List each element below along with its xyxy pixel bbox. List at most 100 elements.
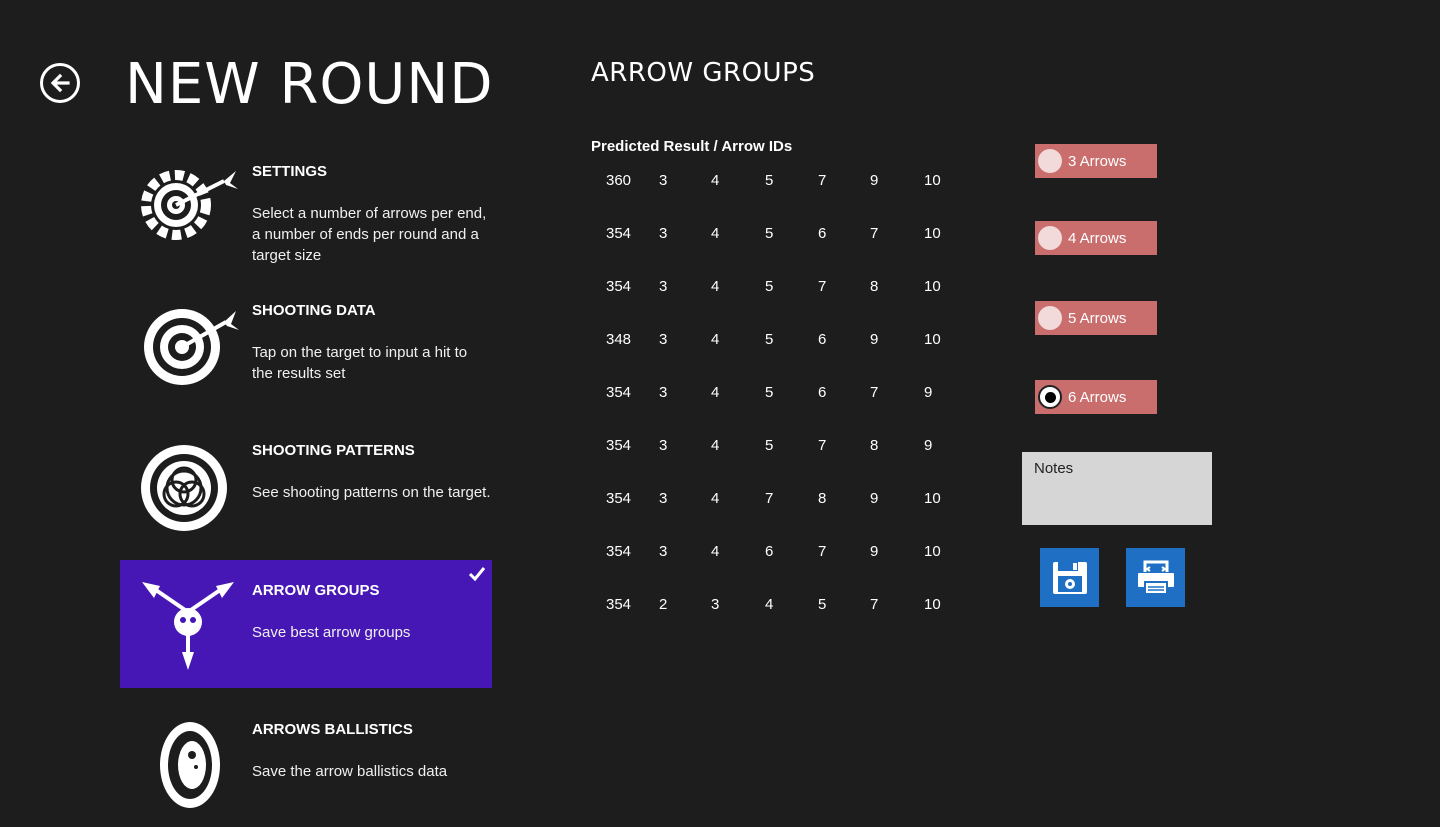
arrow-id: 6 [765, 543, 774, 560]
radio-3-arrows[interactable]: 3 Arrows [1035, 144, 1157, 178]
radio-label: 6 Arrows [1068, 388, 1127, 406]
notes-field[interactable]: Notes [1022, 452, 1212, 525]
menu-item-settings[interactable]: SETTINGS Select a number of arrows per e… [120, 141, 492, 269]
arrow-id: 3 [659, 278, 668, 295]
menu-item-title: ARROWS BALLISTICS [252, 721, 413, 738]
arrow-id: 9 [870, 331, 879, 348]
arrow-id: 7 [818, 543, 827, 560]
arrow-id: 5 [765, 437, 774, 454]
arrow-id: 4 [765, 596, 774, 611]
floppy-disk-icon [1052, 561, 1087, 594]
arrow-group-row[interactable]: 354 3 4 5 7 8 9 [591, 433, 971, 463]
arrow-id: 7 [870, 596, 879, 611]
printer-icon [1137, 560, 1174, 595]
menu-item-title: ARROW GROUPS [252, 582, 380, 599]
arrow-id: 3 [711, 596, 720, 611]
arrow-group-row[interactable]: 354 3 4 5 6 7 9 [591, 380, 971, 410]
menu-item-desc: Save the arrow ballistics data [252, 763, 448, 780]
section-title: ARROW GROUPS [591, 58, 816, 88]
arrow-group-row[interactable]: 348 3 4 5 6 9 10 [591, 327, 971, 357]
menu-item-title: SHOOTING DATA [252, 302, 376, 319]
radio-label: 3 Arrows [1068, 152, 1127, 170]
predicted-result: 354 [606, 225, 632, 242]
arrow-group-row[interactable]: 354 3 4 6 7 9 10 [591, 539, 971, 569]
celtic-knot-target-icon [141, 445, 227, 531]
save-button[interactable] [1040, 548, 1099, 607]
arrow-id: 4 [711, 172, 720, 189]
radio-label: 5 Arrows [1068, 309, 1127, 327]
arrow-id: 10 [924, 225, 941, 242]
predicted-result: 354 [606, 543, 632, 560]
arrow-group-row[interactable]: 354 3 4 7 8 9 10 [591, 486, 971, 516]
arrow-id: 5 [765, 331, 774, 348]
arrow-id: 5 [765, 278, 774, 295]
arrow-left-icon [50, 73, 70, 93]
arrow-id: 9 [870, 172, 879, 189]
arrow-id: 10 [924, 278, 941, 295]
arrow-id: 9 [924, 384, 933, 401]
menu-item-arrow-groups[interactable]: ARROW GROUPS Save best arrow groups [120, 560, 492, 688]
arrow-group-row[interactable]: 354 2 3 4 5 7 10 [591, 592, 971, 611]
notes-label: Notes [1034, 460, 1074, 477]
arrow-id: 4 [711, 543, 720, 560]
arrow-id: 3 [659, 331, 668, 348]
predicted-result: 354 [606, 596, 632, 611]
arrow-id: 7 [870, 384, 879, 401]
radio-6-arrows[interactable]: 6 Arrows [1035, 380, 1157, 414]
arrow-id: 3 [659, 490, 668, 507]
arrow-id: 2 [659, 596, 668, 611]
arrow-id: 8 [870, 278, 879, 295]
ballistics-target-icon [160, 722, 220, 808]
arrow-id: 8 [870, 437, 879, 454]
arrow-id: 5 [765, 225, 774, 242]
radio-indicator [1038, 149, 1062, 173]
menu-item-shooting-data[interactable]: SHOOTING DATA Tap on the target to input… [120, 280, 492, 408]
arrow-id: 6 [818, 331, 827, 348]
arrow-groups-list[interactable]: 360 3 4 5 7 9 10 354 3 4 5 6 7 10 354 3 4 5 7 8 10 3 4 8 3 4 5 6 9 10… [591, 168, 971, 611]
arrow-id: 10 [924, 331, 941, 348]
menu-item-arrows-ballistics[interactable]: ARROWS BALLISTICS Save the arrow ballist… [120, 699, 492, 827]
arrow-id: 7 [818, 278, 827, 295]
arrow-id: 6 [818, 384, 827, 401]
print-button[interactable] [1126, 548, 1185, 607]
menu-item-desc: Tap on the target to input a hit to the … [252, 344, 468, 382]
arrow-id: 7 [870, 225, 879, 242]
radio-indicator [1038, 306, 1062, 330]
arrow-id: 4 [711, 225, 720, 242]
arrow-id: 3 [659, 172, 668, 189]
predicted-result: 360 [606, 172, 632, 189]
arrow-group-icon [142, 582, 234, 670]
gear-target-icon [141, 170, 238, 240]
arrow-group-row[interactable]: 360 3 4 5 7 9 10 [591, 168, 971, 198]
arrow-id: 4 [711, 490, 720, 507]
radio-label: 4 Arrows [1068, 229, 1127, 247]
arrow-id: 8 [818, 490, 827, 507]
arrow-id: 5 [765, 172, 774, 189]
predicted-result: 354 [606, 437, 632, 454]
arrow-id: 10 [924, 490, 941, 507]
menu-item-shooting-patterns[interactable]: SHOOTING PATTERNS See shooting patterns … [120, 420, 492, 548]
menu-item-title: SHOOTING PATTERNS [252, 442, 415, 459]
arrow-group-row[interactable]: 354 3 4 5 6 7 10 [591, 221, 971, 251]
back-button[interactable] [40, 63, 80, 103]
arrow-id: 6 [818, 225, 827, 242]
radio-5-arrows[interactable]: 5 Arrows [1035, 301, 1157, 335]
arrow-id: 10 [924, 596, 941, 611]
arrow-id: 3 [659, 543, 668, 560]
checkmark-icon [468, 567, 486, 582]
arrow-id: 7 [818, 437, 827, 454]
arrow-id: 9 [924, 437, 933, 454]
arrow-id: 3 [659, 437, 668, 454]
arrow-id: 3 [659, 225, 668, 242]
radio-indicator-selected [1038, 385, 1062, 409]
radio-4-arrows[interactable]: 4 Arrows [1035, 221, 1157, 255]
arrow-id: 7 [765, 490, 774, 507]
arrow-id: 5 [818, 596, 827, 611]
menu-item-desc: Save best arrow groups [252, 624, 411, 641]
arrow-group-row[interactable]: 354 3 4 5 7 8 10 [591, 274, 971, 304]
table-header: Predicted Result / Arrow IDs [591, 138, 793, 155]
arrow-id: 9 [870, 543, 879, 560]
predicted-result: 354 [606, 490, 632, 507]
arrow-id: 7 [818, 172, 827, 189]
menu-item-title: SETTINGS [252, 163, 328, 180]
